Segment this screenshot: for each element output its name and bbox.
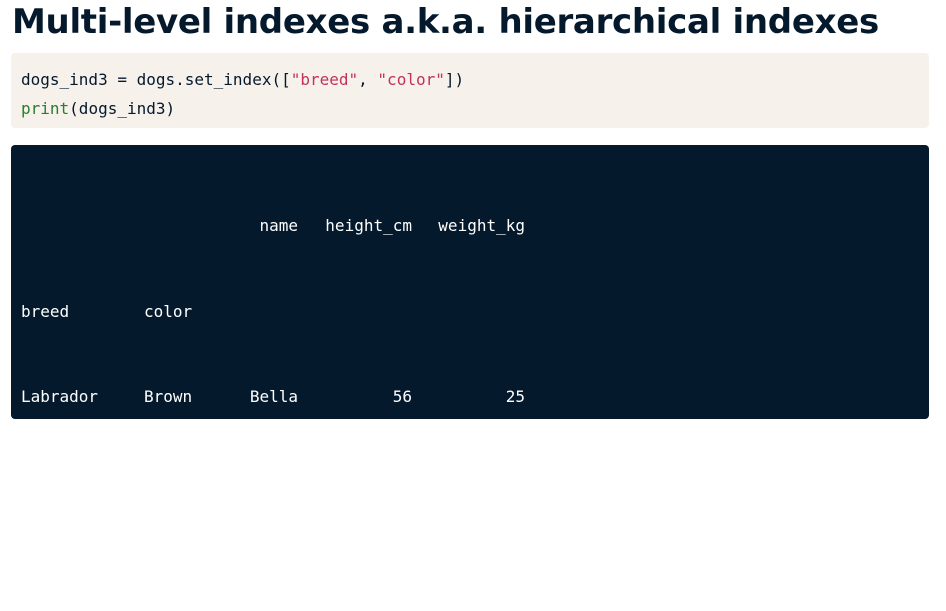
code-text: , [358, 70, 378, 89]
cell-breed: Chow Chow [21, 444, 108, 463]
cell-height-cm: 77 [392, 558, 412, 577]
cell-weight-kg: 74 [505, 558, 525, 577]
index-name: color [144, 301, 193, 321]
output-block: name height_cm weight_kg breed color Lab… [11, 145, 929, 577]
cell-breed: St. Bernard [21, 558, 127, 577]
cell-height-cm: 43 [392, 415, 412, 435]
cell-name: Cooper [240, 472, 298, 492]
cell-color: Black [144, 501, 193, 520]
column-header: weight_kg [438, 216, 525, 235]
cell-weight-kg: 2 [515, 529, 525, 549]
table-row: Schnauzer Grey Cooper 49 17 [21, 469, 929, 498]
slide-title: Multi-level indexes a.k.a. hierarchical … [12, 2, 879, 42]
code-block: dogs_ind3 = dogs.set_index(["breed", "co… [11, 53, 929, 128]
column-header: name [259, 216, 298, 235]
cell-height-cm: 18 [392, 529, 412, 549]
cell-color: Brown [144, 387, 193, 406]
cell-height-cm: 56 [392, 387, 412, 406]
column-header-row: name height_cm weight_kg [21, 212, 929, 241]
cell-height-cm: 46 [392, 444, 412, 463]
cell-name: Max [269, 501, 298, 520]
code-text: ]) [444, 70, 465, 89]
cell-weight-kg: 17 [505, 472, 525, 492]
code-string: "color" [377, 70, 445, 89]
code-string: "breed" [290, 70, 359, 89]
cell-color: Brown [144, 444, 193, 463]
cell-breed: Chihuahua [21, 529, 108, 549]
cell-color: Tan [144, 529, 173, 549]
cell-name: Bernie [240, 558, 298, 577]
code-function: print [21, 99, 70, 118]
index-header-row: breed color [21, 298, 929, 327]
cell-breed: Poodle [21, 415, 79, 435]
cell-weight-kg: 29 [505, 501, 525, 520]
cell-breed: Labrador [21, 501, 99, 520]
index-name: breed [21, 301, 70, 321]
cell-breed: Labrador [21, 387, 99, 406]
cell-name: Lucy [259, 444, 298, 463]
cell-weight-kg: 25 [505, 387, 525, 406]
code-text: (dogs_ind3) [69, 99, 176, 118]
cell-name: Bella [249, 387, 298, 406]
cell-breed: Schnauzer [21, 472, 108, 492]
table-row: Labrador Black Max 59 29 [21, 497, 929, 526]
cell-weight-kg: 22 [505, 444, 525, 463]
cell-name: Stella [240, 529, 298, 549]
code-line-1: dogs_ind3 = dogs.set_index(["breed", "co… [21, 65, 929, 94]
table-row: Chow Chow Brown Lucy 46 22 [21, 440, 929, 469]
cell-color: Grey [144, 472, 183, 492]
cell-height-cm: 59 [392, 501, 412, 520]
cell-height-cm: 49 [392, 472, 412, 492]
table-body: Labrador Brown Bella 56 25 Poodle Black Charlie… [21, 383, 929, 583]
cell-weight-kg: 23 [505, 415, 525, 435]
table-row: Poodle Black Charlie 43 23 [21, 412, 929, 441]
code-text: dogs_ind3 = dogs.set_index([ [21, 70, 291, 89]
table-row: Labrador Brown Bella 56 25 [21, 383, 929, 412]
code-line-2: print(dogs_ind3) [21, 94, 929, 123]
column-header: height_cm [325, 216, 412, 235]
cell-name: Charlie [230, 415, 298, 435]
table-row: Chihuahua Tan Stella 18 2 [21, 526, 929, 555]
cell-color: White [144, 558, 193, 577]
cell-color: Black [144, 415, 193, 435]
table-row: St. Bernard White Bernie 77 74 [21, 554, 929, 583]
